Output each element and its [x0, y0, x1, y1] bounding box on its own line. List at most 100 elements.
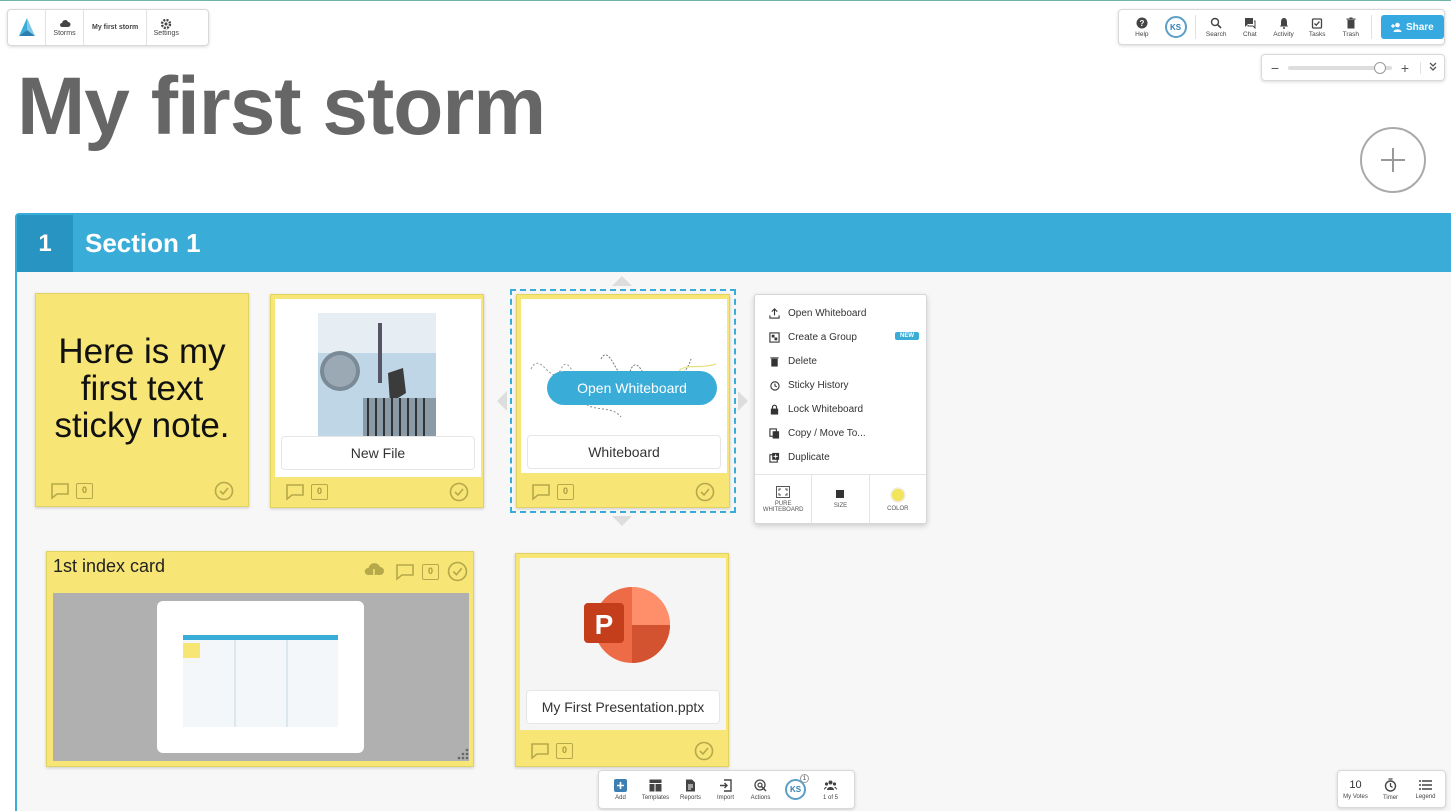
tasks-button[interactable]: Tasks — [1300, 10, 1334, 44]
help-label: Help — [1135, 30, 1149, 38]
storms-button[interactable]: Storms — [46, 10, 84, 45]
section-number: 1 — [17, 215, 73, 272]
timer-button[interactable]: Timer — [1373, 771, 1408, 807]
open-whiteboard-button[interactable]: Open Whiteboard — [547, 371, 717, 405]
section-header[interactable]: 1 Section 1 — [17, 215, 1451, 272]
comment-icon[interactable] — [531, 483, 551, 501]
file-sticky-note[interactable]: New File 0 — [270, 294, 484, 508]
text-sticky-note[interactable]: Here is my first text sticky note. 0 — [35, 293, 249, 507]
vote-count[interactable]: 0 — [422, 564, 439, 580]
expand-icon — [776, 486, 791, 498]
menu-item-label: Open Whiteboard — [788, 307, 867, 319]
menu-item-label: Create a Group — [788, 331, 857, 343]
resize-handle-icon[interactable] — [455, 748, 469, 762]
check-circle-icon[interactable] — [447, 561, 468, 582]
chat-button[interactable]: Chat — [1233, 10, 1267, 44]
move-left-arrow-icon[interactable] — [497, 391, 507, 411]
trash-button[interactable]: Trash — [1334, 10, 1368, 44]
menu-item-copy-move[interactable]: Copy / Move To... — [755, 421, 926, 445]
comment-icon[interactable] — [285, 483, 305, 501]
zoom-slider[interactable] — [1288, 61, 1392, 74]
settings-button[interactable]: Settings — [147, 10, 185, 45]
vote-count[interactable]: 0 — [311, 484, 328, 500]
chat-label: Chat — [1242, 30, 1257, 38]
check-circle-icon[interactable] — [694, 741, 714, 761]
current-user-button[interactable]: KS 1 — [778, 771, 813, 808]
comment-icon[interactable] — [50, 482, 70, 500]
double-chevron-down-icon — [1429, 62, 1437, 71]
cloud-download-icon[interactable] — [363, 562, 385, 580]
index-card-title[interactable]: 1st index card — [53, 556, 165, 577]
pptx-sticky-note[interactable]: P My First Presentation.pptx 0 — [515, 553, 729, 767]
add-button[interactable]: Add — [603, 771, 638, 808]
bottom-right-toolbar: 10 My Votes Timer Legend — [1337, 770, 1446, 808]
comment-icon[interactable] — [530, 742, 550, 760]
storm-toolbar: Storms My first storm Settings — [7, 9, 209, 46]
participants-button[interactable]: 1 of 5 — [813, 771, 848, 808]
move-down-arrow-icon[interactable] — [612, 516, 632, 526]
file-preview: P My First Presentation.pptx — [520, 558, 726, 730]
list-icon — [1419, 779, 1432, 790]
reports-label: Reports — [679, 794, 701, 801]
logo-button[interactable] — [8, 10, 46, 45]
context-menu-options: PURE WHITEBOARD SIZE COLOR — [755, 474, 926, 524]
plus-icon — [1381, 148, 1405, 172]
file-caption: My First Presentation.pptx — [526, 690, 720, 724]
legend-button[interactable]: Legend — [1408, 771, 1443, 807]
collapse-toolbar-button[interactable] — [1420, 61, 1437, 74]
main-toolbar: ? Help KS Search Chat Activity Tasks Tra… — [1118, 9, 1445, 45]
whiteboard-caption: Whiteboard — [527, 435, 721, 469]
help-button[interactable]: ? Help — [1125, 10, 1159, 44]
index-card[interactable]: 1st index card 0 — [46, 551, 474, 767]
vote-count[interactable]: 0 — [76, 483, 93, 499]
move-up-arrow-icon[interactable] — [612, 276, 632, 286]
comment-icon[interactable] — [395, 563, 415, 581]
check-circle-icon[interactable] — [695, 482, 715, 502]
menu-item-create-group[interactable]: Create a Group NEW — [755, 325, 926, 349]
zoom-out-button[interactable]: − — [1268, 60, 1282, 76]
menu-item-lock-whiteboard[interactable]: Lock Whiteboard — [755, 397, 926, 421]
page-title[interactable]: My first storm — [17, 60, 546, 154]
move-right-arrow-icon[interactable] — [738, 391, 748, 411]
zoom-in-button[interactable]: + — [1398, 60, 1412, 76]
menu-item-label: Lock Whiteboard — [788, 403, 864, 415]
size-option[interactable]: SIZE — [812, 475, 870, 524]
search-label: Search — [1205, 30, 1227, 38]
color-option[interactable]: COLOR — [870, 475, 926, 524]
timer-icon — [1384, 777, 1397, 792]
whiteboard-sticky-note[interactable]: Open Whiteboard Whiteboard 0 — [516, 294, 730, 508]
group-icon — [769, 331, 780, 343]
participants-label: 1 of 5 — [822, 794, 838, 801]
activity-button[interactable]: Activity — [1267, 10, 1301, 44]
add-section-button[interactable] — [1360, 127, 1426, 193]
storm-name[interactable]: My first storm — [84, 10, 148, 45]
actions-button[interactable]: Actions — [743, 771, 778, 808]
notification-badge: 1 — [800, 774, 809, 783]
menu-item-duplicate[interactable]: Duplicate — [755, 445, 926, 469]
vote-count[interactable]: 0 — [557, 484, 574, 500]
templates-button[interactable]: Templates — [638, 771, 673, 808]
vote-count[interactable]: 0 — [556, 743, 573, 759]
import-button[interactable]: Import — [708, 771, 743, 808]
actions-label: Actions — [750, 794, 771, 801]
settings-label: Settings — [153, 30, 179, 37]
zoom-slider-knob[interactable] — [1373, 61, 1386, 74]
user-avatar-button[interactable]: KS — [1159, 10, 1193, 44]
share-button[interactable]: Share — [1380, 15, 1445, 39]
pure-whiteboard-option[interactable]: PURE WHITEBOARD — [755, 475, 813, 524]
section-name[interactable]: Section 1 — [85, 228, 201, 259]
add-user-icon — [1390, 22, 1402, 32]
menu-item-delete[interactable]: Delete — [755, 349, 926, 373]
menu-item-sticky-history[interactable]: Sticky History — [755, 373, 926, 397]
check-circle-icon[interactable] — [214, 481, 234, 501]
sticky-context-menu: Open Whiteboard Create a Group NEW Delet… — [754, 294, 927, 524]
divider — [1195, 15, 1197, 39]
check-circle-icon[interactable] — [449, 482, 469, 502]
search-button[interactable]: Search — [1199, 10, 1233, 44]
my-votes-button[interactable]: 10 My Votes — [1338, 771, 1373, 807]
file-caption: New File — [281, 436, 475, 470]
menu-item-open-whiteboard[interactable]: Open Whiteboard — [755, 301, 926, 325]
avatar: KS — [1164, 16, 1187, 38]
reports-button[interactable]: Reports — [673, 771, 708, 808]
search-icon — [1210, 17, 1222, 29]
